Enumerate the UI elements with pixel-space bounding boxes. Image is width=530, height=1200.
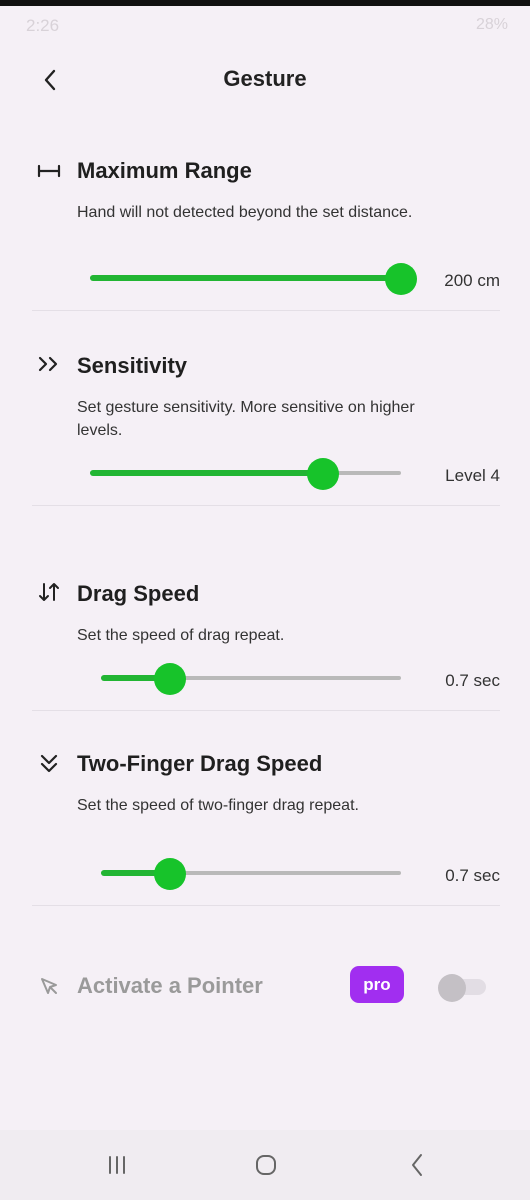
double-chevron-right-icon bbox=[34, 351, 64, 377]
battery-level: 28% bbox=[475, 16, 508, 33]
two-finger-drag-speed-slider[interactable] bbox=[101, 858, 401, 890]
maximum-range-slider[interactable] bbox=[90, 263, 417, 295]
drag-speed-section: Drag Speed Set the speed of drag repeat.… bbox=[0, 575, 530, 710]
section-title: Sensitivity bbox=[77, 353, 188, 378]
activate-pointer-title: Activate a Pointer bbox=[77, 973, 263, 998]
slider-value: 0.7 sec bbox=[445, 671, 500, 690]
section-title: Maximum Range bbox=[77, 158, 252, 183]
double-chevron-down-icon bbox=[34, 751, 64, 777]
section-title: Drag Speed bbox=[77, 581, 200, 606]
cursor-icon bbox=[34, 973, 64, 999]
slider-value: 0.7 sec bbox=[445, 866, 500, 885]
recent-apps-icon bbox=[109, 1156, 125, 1174]
activate-pointer-toggle[interactable] bbox=[438, 974, 486, 1002]
slider-thumb[interactable] bbox=[154, 663, 186, 695]
divider bbox=[32, 905, 500, 906]
section-description: Hand will not detected beyond the set di… bbox=[77, 204, 413, 221]
slider-fill bbox=[90, 470, 324, 476]
recent-apps-button[interactable] bbox=[97, 1148, 137, 1182]
toggle-knob bbox=[438, 974, 466, 1002]
system-back-button[interactable] bbox=[397, 1148, 437, 1182]
divider bbox=[32, 710, 500, 711]
header: Gesture bbox=[0, 50, 530, 110]
slider-thumb[interactable] bbox=[385, 263, 417, 295]
section-title: Two-Finger Drag Speed bbox=[77, 751, 323, 776]
pro-badge: pro bbox=[350, 966, 404, 1003]
maximum-range-section: Maximum Range Hand will not detected bey… bbox=[0, 150, 530, 310]
divider bbox=[32, 310, 500, 311]
two-finger-drag-speed-section: Two-Finger Drag Speed Set the speed of t… bbox=[0, 745, 530, 905]
section-description: Set the speed of two-finger drag repeat. bbox=[77, 797, 359, 814]
slider-thumb[interactable] bbox=[154, 858, 186, 890]
home-button[interactable] bbox=[246, 1148, 286, 1182]
section-description: Set gesture sensitivity. More sensitive … bbox=[77, 399, 415, 439]
status-bar: 2:26 28% bbox=[0, 0, 530, 44]
page-title: Gesture bbox=[223, 66, 307, 91]
sensitivity-slider[interactable] bbox=[90, 458, 401, 490]
slider-value: Level 4 bbox=[445, 466, 500, 485]
activate-pointer-row: Activate a Pointer pro bbox=[0, 960, 530, 1014]
system-navigation-bar bbox=[0, 1130, 530, 1200]
sensitivity-section: Sensitivity Set gesture sensitivity. Mor… bbox=[0, 345, 530, 505]
chevron-left-icon bbox=[412, 1154, 422, 1176]
status-time: 2:26 bbox=[26, 16, 60, 35]
drag-speed-slider[interactable] bbox=[101, 663, 401, 695]
section-description: Set the speed of drag repeat. bbox=[77, 627, 285, 644]
slider-thumb[interactable] bbox=[307, 458, 340, 490]
slider-value: 200 cm bbox=[444, 271, 500, 290]
up-down-arrows-icon bbox=[34, 579, 64, 605]
home-icon bbox=[256, 1155, 276, 1175]
horizontal-range-icon bbox=[34, 158, 64, 184]
divider bbox=[32, 505, 500, 506]
slider-fill bbox=[90, 275, 401, 281]
